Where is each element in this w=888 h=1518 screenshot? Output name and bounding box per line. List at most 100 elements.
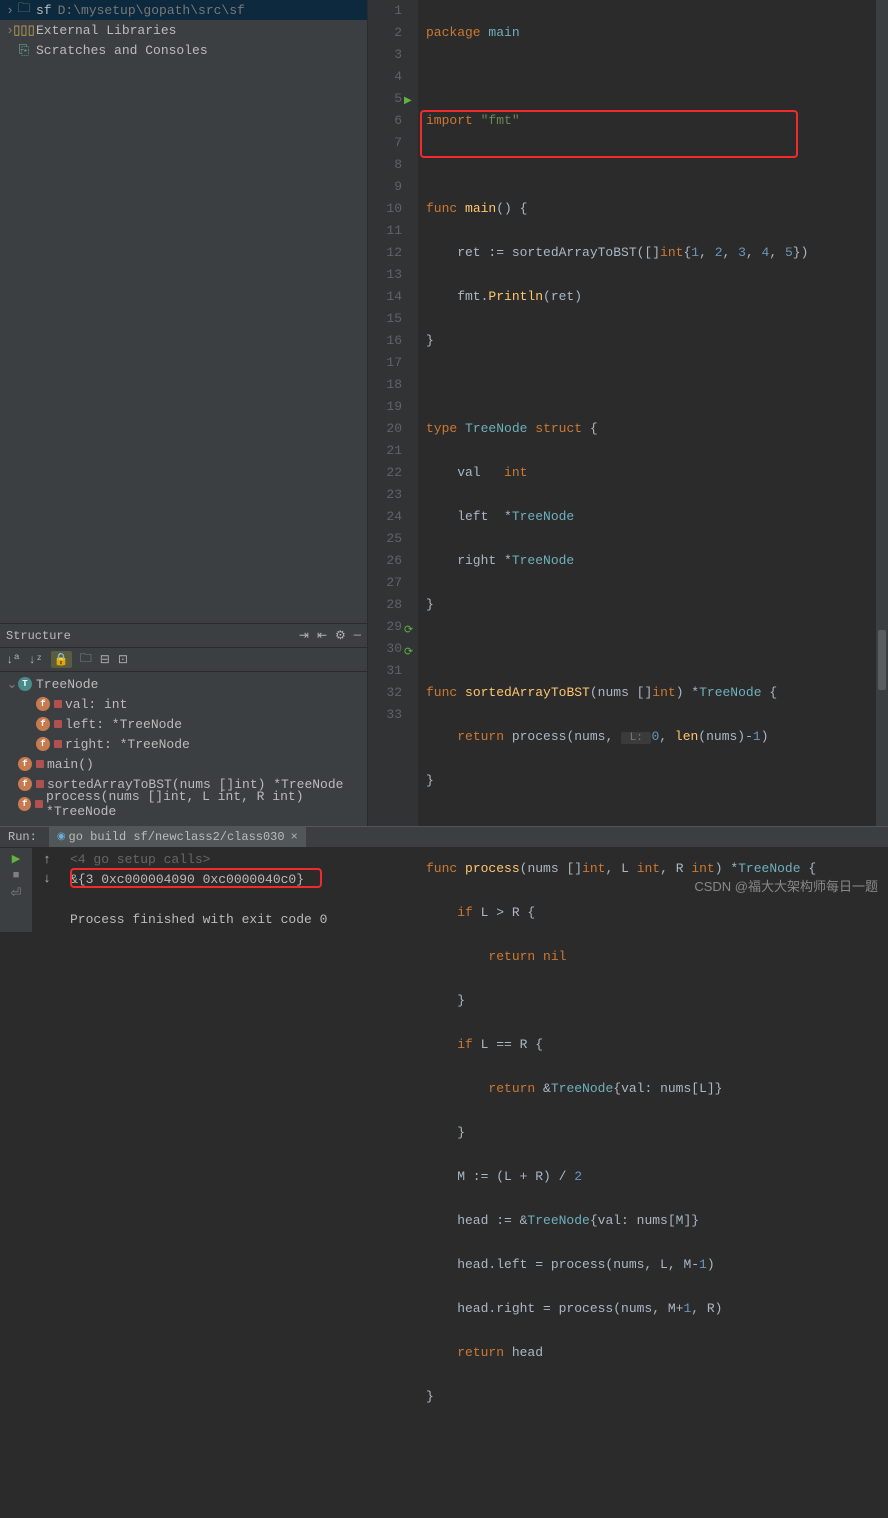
line-number: 17 bbox=[368, 352, 402, 374]
line-number: 30 bbox=[368, 638, 402, 660]
line-number: 8 bbox=[368, 154, 402, 176]
collapse-icon[interactable]: ⊡ bbox=[118, 652, 128, 667]
structure-tool-icon[interactable]: ⇥ bbox=[299, 628, 309, 643]
line-number: 16 bbox=[368, 330, 402, 352]
library-icon: ▯▯▯ bbox=[16, 22, 32, 38]
line-number: 5 bbox=[368, 88, 402, 110]
folder-icon: 🗀 bbox=[16, 2, 32, 18]
line-number: 1 bbox=[368, 0, 402, 22]
reload-icon[interactable]: ⟳ bbox=[404, 620, 413, 642]
field-badge-icon: f bbox=[36, 717, 50, 731]
lock-icon bbox=[54, 740, 62, 748]
down-icon[interactable]: ↓ bbox=[43, 871, 51, 886]
line-number: 21 bbox=[368, 440, 402, 462]
lock-icon bbox=[35, 800, 43, 808]
lock-icon bbox=[36, 780, 44, 788]
line-number: 23 bbox=[368, 484, 402, 506]
line-number: 14 bbox=[368, 286, 402, 308]
folder-icon[interactable]: 🗀 bbox=[80, 649, 92, 670]
func-badge-icon: f bbox=[18, 777, 32, 791]
line-number: 26 bbox=[368, 550, 402, 572]
gutter: ▶ ⟳ ⟳ 1234567891011121314151617181920212… bbox=[368, 0, 418, 826]
line-number: 7 bbox=[368, 132, 402, 154]
run-toolbar-left2: ↑ ↓ bbox=[32, 848, 62, 932]
soft-wrap-icon[interactable]: ⏎ bbox=[11, 886, 22, 901]
structure-item-main[interactable]: f main() bbox=[0, 754, 367, 774]
line-number: 6 bbox=[368, 110, 402, 132]
line-number: 28 bbox=[368, 594, 402, 616]
scratches-icon: ⎘ bbox=[16, 42, 32, 58]
editor[interactable]: ▶ ⟳ ⟳ 1234567891011121314151617181920212… bbox=[368, 0, 888, 826]
line-number: 20 bbox=[368, 418, 402, 440]
line-number: 3 bbox=[368, 44, 402, 66]
project-tree: › 🗀 sf D:\mysetup\gopath\src\sf › ▯▯▯ Ex… bbox=[0, 0, 367, 624]
code-area[interactable]: package main import "fmt" func main() { … bbox=[418, 0, 888, 826]
line-number: 29 bbox=[368, 616, 402, 638]
structure-header: Structure ⇥ ⇤ ⚙ — bbox=[0, 624, 367, 648]
lock-icon[interactable]: 🔒 bbox=[51, 651, 72, 668]
structure-tool-icon[interactable]: ⇤ bbox=[317, 628, 327, 643]
output-line: <4 go setup calls> bbox=[70, 850, 880, 870]
scratches-row[interactable]: ⎘ Scratches and Consoles bbox=[0, 40, 367, 60]
watermark: CSDN @福大大架构师每日一题 bbox=[694, 876, 878, 895]
line-number: 13 bbox=[368, 264, 402, 286]
line-number: 33 bbox=[368, 704, 402, 726]
external-libraries-row[interactable]: › ▯▯▯ External Libraries bbox=[0, 20, 367, 40]
structure-toolbar: ↓ª ↓ᶻ 🔒 🗀 ⊟ ⊡ bbox=[0, 648, 367, 672]
structure-panel: Structure ⇥ ⇤ ⚙ — ↓ª ↓ᶻ 🔒 🗀 ⊟ ⊡ bbox=[0, 624, 367, 826]
play-icon[interactable]: ▶ bbox=[12, 852, 20, 866]
up-icon[interactable]: ↑ bbox=[43, 852, 51, 867]
structure-title: Structure bbox=[6, 629, 71, 643]
scratches-label: Scratches and Consoles bbox=[36, 43, 208, 58]
lock-icon bbox=[36, 760, 44, 768]
line-number: 4 bbox=[368, 66, 402, 88]
line-number: 22 bbox=[368, 462, 402, 484]
line-number: 24 bbox=[368, 506, 402, 528]
sort-icon[interactable]: ↓ᶻ bbox=[28, 653, 42, 667]
project-root-row[interactable]: › 🗀 sf D:\mysetup\gopath\src\sf bbox=[0, 0, 367, 20]
line-number: 12 bbox=[368, 242, 402, 264]
minimize-icon[interactable]: — bbox=[354, 628, 361, 643]
line-number: 18 bbox=[368, 374, 402, 396]
line-number: 25 bbox=[368, 528, 402, 550]
run-marker-icon[interactable]: ▶ bbox=[404, 91, 412, 113]
structure-body: ⌄ T TreeNode f val: int f left: *TreeNod… bbox=[0, 672, 367, 826]
highlight-box bbox=[420, 110, 798, 158]
structure-item-treenode[interactable]: ⌄ T TreeNode bbox=[0, 674, 367, 694]
structure-item-left[interactable]: f left: *TreeNode bbox=[0, 714, 367, 734]
project-root-path: D:\mysetup\gopath\src\sf bbox=[58, 3, 245, 18]
run-label: Run: bbox=[0, 830, 45, 844]
output-line: Process finished with exit code 0 bbox=[70, 910, 880, 930]
sort-icon[interactable]: ↓ª bbox=[6, 653, 20, 667]
line-number: 15 bbox=[368, 308, 402, 330]
run-tab[interactable]: ◉ go build sf/newclass2/class030 × bbox=[49, 827, 306, 847]
stop-icon[interactable]: ■ bbox=[13, 870, 20, 882]
scrollbar[interactable] bbox=[876, 0, 888, 826]
line-number: 11 bbox=[368, 220, 402, 242]
structure-item-val[interactable]: f val: int bbox=[0, 694, 367, 714]
chevron-down-icon[interactable]: ⌄ bbox=[6, 677, 18, 692]
gear-icon[interactable]: ⚙ bbox=[335, 628, 346, 643]
highlight-box bbox=[70, 868, 322, 888]
chevron-right-icon[interactable]: › bbox=[4, 3, 16, 18]
close-icon[interactable]: × bbox=[291, 830, 298, 844]
func-badge-icon: f bbox=[18, 797, 31, 811]
func-badge-icon: f bbox=[18, 757, 32, 771]
line-number: 19 bbox=[368, 396, 402, 418]
expand-icon[interactable]: ⊟ bbox=[100, 652, 110, 667]
line-number: 10 bbox=[368, 198, 402, 220]
type-badge-icon: T bbox=[18, 677, 32, 691]
line-number: 31 bbox=[368, 660, 402, 682]
lock-icon bbox=[54, 700, 62, 708]
line-number: 9 bbox=[368, 176, 402, 198]
lock-icon bbox=[54, 720, 62, 728]
structure-item-process[interactable]: f process(nums []int, L int, R int) *Tre… bbox=[0, 794, 367, 814]
structure-item-right[interactable]: f right: *TreeNode bbox=[0, 734, 367, 754]
external-libraries-label: External Libraries bbox=[36, 23, 176, 38]
go-icon: ◉ bbox=[57, 831, 66, 843]
reload-icon[interactable]: ⟳ bbox=[404, 642, 413, 664]
left-panel: › 🗀 sf D:\mysetup\gopath\src\sf › ▯▯▯ Ex… bbox=[0, 0, 368, 826]
run-tab-name: go build sf/newclass2/class030 bbox=[69, 830, 285, 844]
line-number: 2 bbox=[368, 22, 402, 44]
project-root-name: sf bbox=[36, 3, 52, 18]
